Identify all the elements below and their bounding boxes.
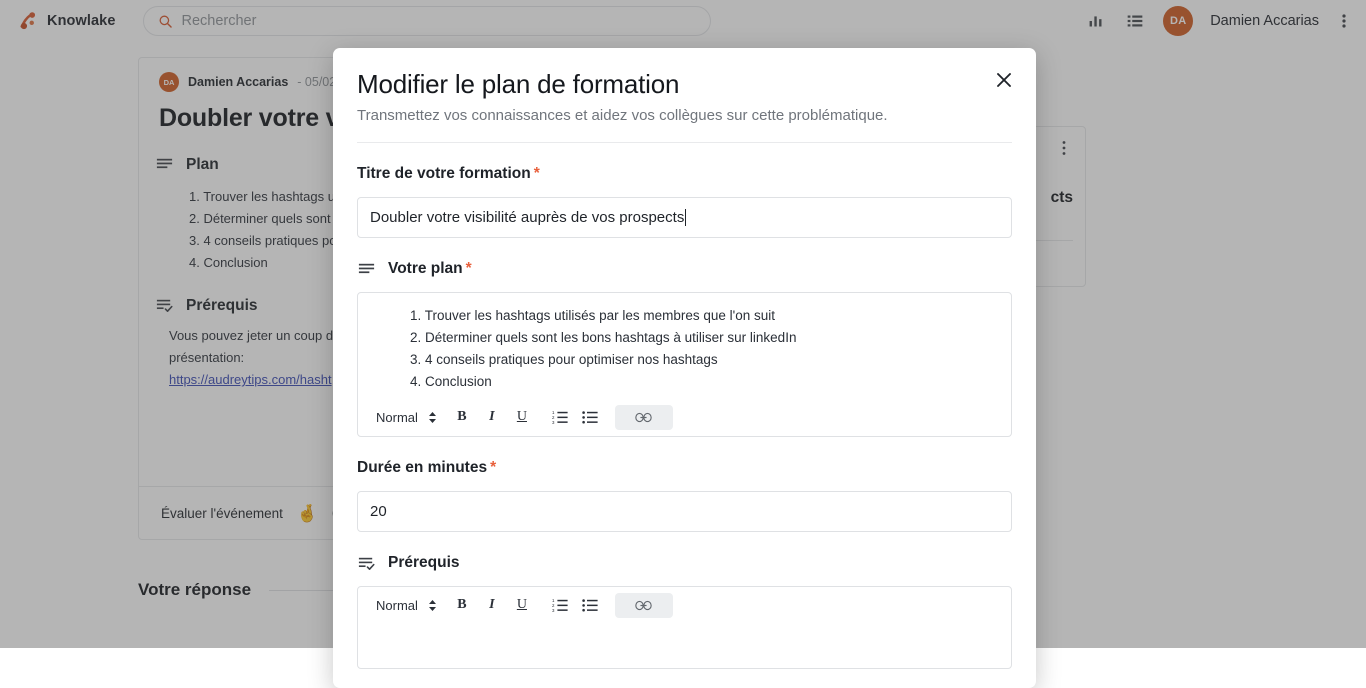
label-duration-field: Durée en minutes * xyxy=(357,459,1012,477)
label-prereq-field: Prérequis xyxy=(357,554,1012,573)
bullet-list-button[interactable] xyxy=(577,405,603,430)
label-text: Durée en minutes xyxy=(357,459,487,477)
close-button[interactable] xyxy=(991,67,1017,93)
label-title-field: Titre de votre formation * xyxy=(357,165,1012,183)
insert-link-button[interactable] xyxy=(615,405,673,430)
italic-button[interactable]: I xyxy=(479,405,505,430)
duration-input[interactable]: 20 xyxy=(357,491,1012,532)
ordered-list-button[interactable]: 1 2 3 xyxy=(547,593,573,618)
svg-text:3: 3 xyxy=(552,420,555,425)
chevron-updown-icon xyxy=(428,599,437,612)
list-item: 3. 4 conseils pratiques pour optimiser n… xyxy=(410,349,1003,371)
format-select[interactable]: Normal xyxy=(366,405,447,430)
plan-editor-list: 1. Trouver les hashtags utilisés par les… xyxy=(366,305,1003,393)
label-text: Titre de votre formation xyxy=(357,165,531,183)
underline-button[interactable]: U xyxy=(509,405,535,430)
format-select-value: Normal xyxy=(376,598,418,613)
label-text: Votre plan xyxy=(388,260,463,278)
text-caret xyxy=(685,209,686,226)
prereq-editor-content[interactable] xyxy=(358,624,1011,668)
duration-input-value: 20 xyxy=(370,503,387,520)
required-mark: * xyxy=(466,260,472,278)
list-item: 1. Trouver les hashtags utilisés par les… xyxy=(410,305,1003,327)
chevron-updown-icon xyxy=(428,411,437,424)
svg-text:3: 3 xyxy=(552,608,555,613)
required-mark: * xyxy=(490,459,496,477)
bullet-list-icon xyxy=(582,597,598,613)
bold-button[interactable]: B xyxy=(449,405,475,430)
required-mark: * xyxy=(534,165,540,183)
ordered-list-icon: 1 2 3 xyxy=(552,409,568,425)
plan-editor-content[interactable]: 1. Trouver les hashtags utilisés par les… xyxy=(358,293,1011,399)
modal-body: Titre de votre formation * Doubler votre… xyxy=(333,165,1036,669)
ordered-list-icon: 1 2 3 xyxy=(552,597,568,613)
label-plan-field: Votre plan * xyxy=(357,260,1012,279)
insert-link-button[interactable] xyxy=(615,593,673,618)
prereq-editor-toolbar: Normal B I U 1 2 3 xyxy=(358,587,1011,624)
plan-editor[interactable]: 1. Trouver les hashtags utilisés par les… xyxy=(357,292,1012,437)
label-text: Prérequis xyxy=(388,554,460,572)
bullet-list-icon xyxy=(582,409,598,425)
title-input-value: Doubler votre visibilité auprès de vos p… xyxy=(370,209,684,226)
format-select[interactable]: Normal xyxy=(366,593,447,618)
modal-header: Modifier le plan de formation Transmette… xyxy=(333,48,1036,124)
bullet-list-button[interactable] xyxy=(577,593,603,618)
modal-subtitle: Transmettez vos connaissances et aidez v… xyxy=(357,107,1008,124)
list-item: 2. Déterminer quels sont les bons hashta… xyxy=(410,327,1003,349)
underline-button[interactable]: U xyxy=(509,593,535,618)
bold-button[interactable]: B xyxy=(449,593,475,618)
title-input[interactable]: Doubler votre visibilité auprès de vos p… xyxy=(357,197,1012,238)
link-icon xyxy=(635,412,652,423)
italic-button[interactable]: I xyxy=(479,593,505,618)
plan-lines-icon xyxy=(357,260,376,279)
format-select-value: Normal xyxy=(376,410,418,425)
list-item: 4. Conclusion xyxy=(410,371,1003,393)
link-icon xyxy=(635,600,652,611)
prereq-check-icon xyxy=(357,554,376,573)
edit-training-plan-modal: Modifier le plan de formation Transmette… xyxy=(333,48,1036,688)
prereq-editor[interactable]: Normal B I U 1 2 3 xyxy=(357,586,1012,669)
ordered-list-button[interactable]: 1 2 3 xyxy=(547,405,573,430)
modal-title: Modifier le plan de formation xyxy=(357,70,1008,100)
plan-editor-toolbar: Normal B I U 1 2 3 xyxy=(358,399,1011,436)
modal-divider xyxy=(357,142,1012,143)
close-icon xyxy=(996,72,1012,88)
